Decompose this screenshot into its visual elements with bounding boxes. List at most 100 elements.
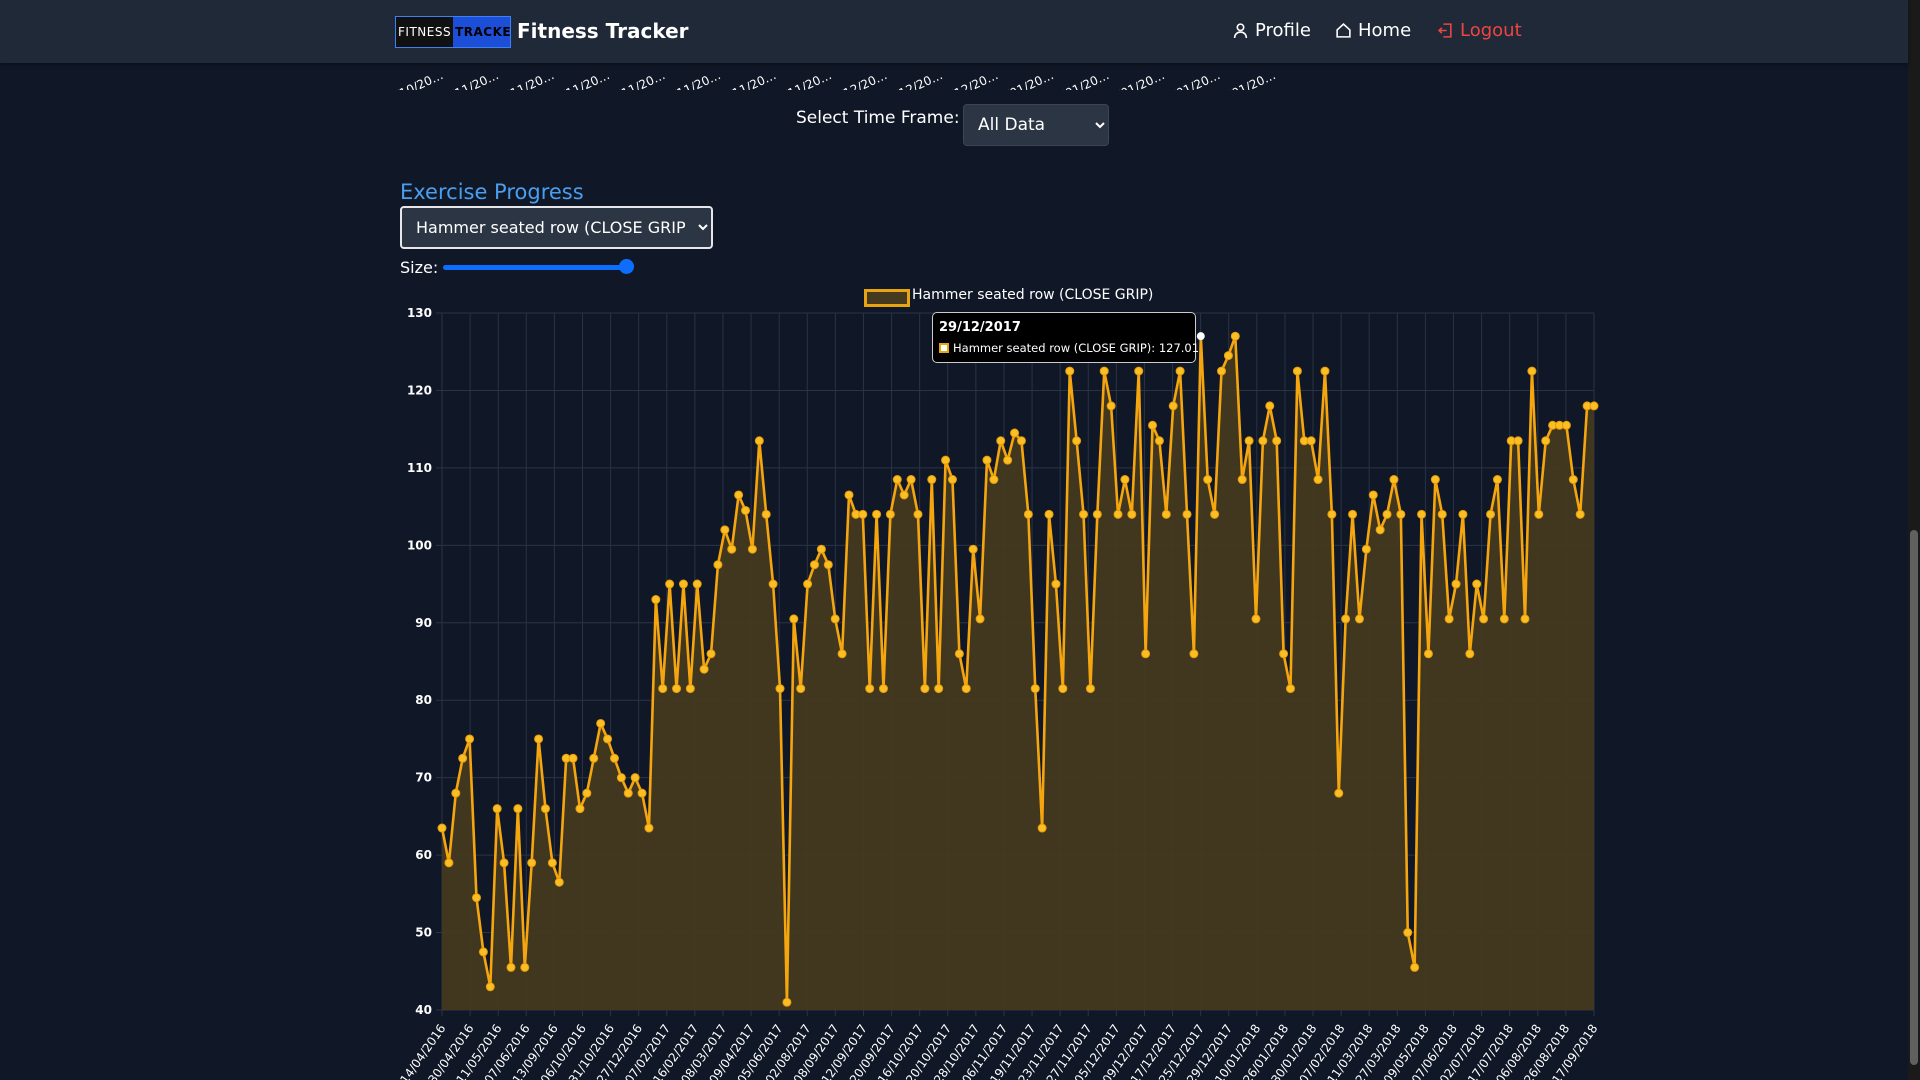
data-point[interactable] <box>1092 509 1102 519</box>
data-point[interactable] <box>947 475 957 485</box>
nav-profile-link[interactable]: Profile <box>1232 20 1311 41</box>
data-point[interactable] <box>1030 684 1040 694</box>
data-point[interactable] <box>1189 649 1199 659</box>
data-point[interactable] <box>1079 509 1089 519</box>
data-point[interactable] <box>651 595 661 605</box>
data-point[interactable] <box>1382 509 1392 519</box>
data-point[interactable] <box>954 649 964 659</box>
data-point[interactable] <box>927 475 937 485</box>
time-frame-select[interactable]: All Data <box>963 104 1109 146</box>
data-point[interactable] <box>1258 436 1268 446</box>
data-point-highlighted[interactable] <box>1196 332 1205 341</box>
data-point[interactable] <box>747 544 757 554</box>
data-point[interactable] <box>1451 579 1461 589</box>
nav-logout-link[interactable]: Logout <box>1437 20 1522 41</box>
data-point[interactable] <box>582 788 592 798</box>
data-point[interactable] <box>1148 420 1158 430</box>
data-point[interactable] <box>1134 366 1144 376</box>
data-point[interactable] <box>1334 788 1344 798</box>
data-point[interactable] <box>1499 614 1509 624</box>
data-point[interactable] <box>1561 420 1571 430</box>
data-point[interactable] <box>810 560 819 570</box>
data-point[interactable] <box>568 753 578 763</box>
data-point[interactable] <box>1099 366 1109 376</box>
data-point[interactable] <box>1230 331 1240 341</box>
data-point[interactable] <box>899 490 909 500</box>
data-point[interactable] <box>471 893 481 903</box>
data-point[interactable] <box>1113 509 1123 519</box>
data-point[interactable] <box>892 475 902 485</box>
data-point[interactable] <box>1348 509 1358 519</box>
data-point[interactable] <box>734 490 744 500</box>
data-point[interactable] <box>492 804 502 814</box>
data-point[interactable] <box>865 684 875 694</box>
data-point[interactable] <box>1251 614 1261 624</box>
data-point[interactable] <box>1458 509 1468 519</box>
data-point[interactable] <box>1106 401 1116 411</box>
data-point[interactable] <box>1127 509 1137 519</box>
data-point[interactable] <box>1016 436 1026 446</box>
data-point[interactable] <box>1058 684 1068 694</box>
size-slider-handle[interactable] <box>619 259 634 274</box>
data-point[interactable] <box>1237 475 1247 485</box>
data-point[interactable] <box>720 525 730 535</box>
data-point[interactable] <box>934 684 944 694</box>
data-point[interactable] <box>1003 455 1013 465</box>
data-point[interactable] <box>1044 509 1054 519</box>
data-point[interactable] <box>796 684 806 694</box>
data-point[interactable] <box>1217 366 1226 376</box>
data-point[interactable] <box>844 490 854 500</box>
data-point[interactable] <box>782 997 792 1007</box>
data-point[interactable] <box>1361 544 1371 554</box>
data-point[interactable] <box>872 509 882 519</box>
data-point[interactable] <box>1244 436 1254 446</box>
data-point[interactable] <box>989 475 999 485</box>
data-point[interactable] <box>775 684 785 694</box>
data-point[interactable] <box>1037 823 1047 833</box>
data-point[interactable] <box>920 684 930 694</box>
data-point[interactable] <box>1589 401 1599 411</box>
data-point[interactable] <box>1285 684 1295 694</box>
brand-title[interactable]: Fitness Tracker <box>517 19 689 43</box>
data-point[interactable] <box>1534 509 1544 519</box>
data-point[interactable] <box>1575 509 1585 519</box>
data-point[interactable] <box>1354 614 1364 624</box>
data-point[interactable] <box>1265 401 1275 411</box>
logo[interactable]: FITNESSTRACKER <box>395 16 511 48</box>
data-point[interactable] <box>603 734 613 744</box>
data-point[interactable] <box>727 544 737 554</box>
data-point[interactable] <box>1423 649 1433 659</box>
data-point[interactable] <box>672 684 682 694</box>
data-point[interactable] <box>506 962 516 972</box>
data-point[interactable] <box>1430 475 1440 485</box>
data-point[interactable] <box>713 560 723 570</box>
exercise-progress-chart[interactable]: 40506070809010011012013014/04/201630/04/… <box>0 280 1600 1080</box>
data-point[interactable] <box>658 684 668 694</box>
data-point[interactable] <box>1465 649 1475 659</box>
data-point[interactable] <box>451 788 461 798</box>
data-point[interactable] <box>941 455 951 465</box>
data-point[interactable] <box>1182 509 1192 519</box>
data-point[interactable] <box>1410 962 1420 972</box>
data-point[interactable] <box>616 773 626 783</box>
data-point[interactable] <box>1072 436 1082 446</box>
data-point[interactable] <box>485 982 495 992</box>
data-point[interactable] <box>589 753 599 763</box>
data-point[interactable] <box>1065 366 1075 376</box>
data-point[interactable] <box>982 455 992 465</box>
data-point[interactable] <box>534 734 544 744</box>
data-point[interactable] <box>1513 436 1523 446</box>
data-point[interactable] <box>1141 649 1151 659</box>
data-point[interactable] <box>1085 684 1095 694</box>
data-point[interactable] <box>975 614 985 624</box>
data-point[interactable] <box>706 649 716 659</box>
size-slider-track[interactable] <box>443 265 627 270</box>
data-point[interactable] <box>754 436 764 446</box>
data-point[interactable] <box>878 684 888 694</box>
data-point[interactable] <box>1154 436 1164 446</box>
data-point[interactable] <box>885 509 895 519</box>
page-scrollbar[interactable] <box>1908 0 1920 1080</box>
data-point[interactable] <box>837 649 847 659</box>
data-point[interactable] <box>1479 614 1489 624</box>
data-point[interactable] <box>513 804 523 814</box>
